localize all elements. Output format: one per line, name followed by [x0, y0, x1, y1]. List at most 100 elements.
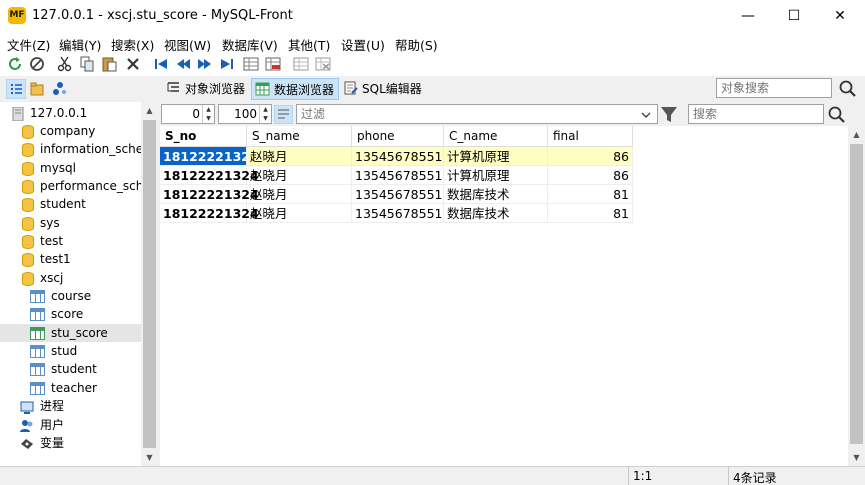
table-cell-s-no[interactable]: 18122221324 — [160, 204, 259, 223]
stop-icon[interactable] — [28, 55, 46, 73]
tree-db-sys[interactable]: sys — [22, 214, 60, 232]
first-record-icon[interactable] — [152, 55, 170, 73]
table-cell-c-name[interactable]: 数据库技术 — [444, 185, 548, 204]
paste-icon[interactable] — [100, 55, 118, 73]
table-cell-final[interactable]: 81 — [548, 204, 633, 223]
tree-scrollbar[interactable]: ▲ ▼ — [141, 102, 158, 466]
table-cell-s-no[interactable]: 18122221324 — [160, 166, 259, 185]
tab-sql-editor[interactable]: SQL编辑器 — [340, 78, 426, 100]
tree-db-information-schema[interactable]: information_schema — [22, 140, 141, 158]
column-header-phone[interactable]: phone — [352, 126, 444, 147]
cut-icon[interactable] — [56, 55, 74, 73]
scroll-up-icon[interactable]: ▲ — [848, 126, 865, 143]
limit-toggle-icon[interactable] — [274, 105, 293, 124]
tree-scrollbar-thumb[interactable] — [143, 120, 156, 448]
limit-spin-arrows-icon[interactable]: ▲ ▼ — [259, 105, 271, 123]
column-header-s-name[interactable]: S_name — [247, 126, 352, 147]
limit-value: 100 — [234, 107, 257, 121]
tree-db-test1[interactable]: test1 — [22, 250, 71, 268]
column-header-s-no[interactable]: S_no — [160, 126, 247, 147]
table-cell-s-no[interactable]: 18122221324 — [160, 185, 259, 204]
table-cell-s-name[interactable]: 赵晓月 — [247, 204, 352, 223]
tree-db-company[interactable]: company — [22, 122, 95, 140]
grid-search-icon[interactable] — [827, 105, 847, 125]
column-header-final[interactable]: final — [548, 126, 633, 147]
tree-db-label: information_schema — [40, 142, 141, 156]
tree-db-performance-schema[interactable]: performance_schema — [22, 177, 141, 195]
table-cell-phone[interactable]: 13545678551 — [352, 166, 444, 185]
filter-funnel-icon[interactable] — [659, 105, 679, 124]
tree-server[interactable]: 127.0.0.1 — [12, 104, 87, 122]
minimize-button[interactable]: — — [725, 0, 771, 32]
table-cell-c-name[interactable]: 计算机原理 — [444, 166, 548, 185]
database-icon — [22, 216, 34, 231]
filter-input[interactable] — [296, 104, 658, 124]
sql-history-icon[interactable] — [52, 81, 68, 97]
table-cell-s-name[interactable]: 赵晓月 — [247, 185, 352, 204]
limit-spinner[interactable]: 100 ▲ ▼ — [218, 104, 272, 124]
cancel-record-icon[interactable] — [314, 55, 332, 73]
table-cell-final[interactable]: 86 — [548, 166, 633, 185]
table-cell-s-name[interactable]: 赵晓月 — [247, 147, 352, 166]
tree-users[interactable]: 用户 — [20, 416, 64, 434]
scroll-down-icon[interactable]: ▼ — [848, 449, 865, 466]
tree-variables[interactable]: 变量 — [20, 434, 64, 452]
tree-server-label: 127.0.0.1 — [30, 106, 88, 120]
processes-icon — [20, 401, 34, 414]
favorites-icon[interactable] — [30, 81, 46, 97]
tab-object-browser[interactable]: 对象浏览器 — [163, 78, 249, 100]
grid-scrollbar[interactable]: ▲ ▼ — [848, 126, 865, 466]
offset-spin-arrows-icon[interactable]: ▲ ▼ — [202, 105, 214, 123]
next-record-icon[interactable] — [196, 55, 214, 73]
tree-db-xscj[interactable]: xscj — [22, 269, 63, 287]
tree-table-label: stu_score — [51, 326, 108, 340]
table-cell-phone[interactable]: 13545678551 — [352, 185, 444, 204]
tree-view-icon[interactable] — [6, 79, 26, 99]
maximize-button[interactable]: ☐ — [771, 0, 817, 32]
offset-value: 0 — [192, 107, 200, 121]
tree-db-student[interactable]: student — [22, 195, 86, 213]
offset-spinner[interactable]: 0 ▲ ▼ — [161, 104, 215, 124]
table-cell-c-name[interactable]: 数据库技术 — [444, 204, 548, 223]
prev-record-icon[interactable] — [174, 55, 192, 73]
grid-search-input[interactable] — [688, 104, 824, 124]
tree-table-stud[interactable]: stud — [30, 342, 77, 360]
tab-object-browser-label: 对象浏览器 — [185, 82, 246, 96]
filter-dropdown-icon[interactable] — [640, 110, 652, 120]
refresh-icon[interactable] — [6, 55, 24, 73]
table-cell-c-name[interactable]: 计算机原理 — [444, 147, 548, 166]
table-cell-final[interactable]: 86 — [548, 147, 633, 166]
object-search-input[interactable] — [716, 78, 832, 98]
tree-table-teacher[interactable]: teacher — [30, 379, 97, 397]
tree-db-test[interactable]: test — [22, 232, 63, 250]
delete-record-icon[interactable] — [264, 55, 282, 73]
tree-db-label: performance_schema — [40, 179, 141, 193]
tree-table-stu-score[interactable]: stu_score — [0, 324, 141, 342]
tree-processes[interactable]: 进程 — [20, 397, 64, 415]
insert-record-icon[interactable] — [242, 55, 260, 73]
tree-table-student[interactable]: student — [30, 360, 97, 378]
table-cell-phone[interactable]: 13545678551 — [352, 147, 444, 166]
table-cell-phone[interactable]: 13545678551 — [352, 204, 444, 223]
close-button[interactable]: ✕ — [817, 0, 863, 32]
table-icon — [30, 327, 45, 340]
scroll-down-icon[interactable]: ▼ — [141, 449, 158, 466]
table-cell-s-no[interactable]: 18122221324 — [160, 147, 259, 166]
grid-scrollbar-thumb[interactable] — [850, 144, 863, 444]
post-record-icon[interactable] — [292, 55, 310, 73]
table-icon — [30, 363, 45, 376]
tree-db-mysql[interactable]: mysql — [22, 159, 76, 177]
table-cell-s-name[interactable]: 赵晓月 — [247, 166, 352, 185]
table-cell-final[interactable]: 81 — [548, 185, 633, 204]
column-header-c-name[interactable]: C_name — [444, 126, 548, 147]
last-record-icon[interactable] — [218, 55, 236, 73]
server-icon — [12, 106, 24, 121]
tab-data-browser[interactable]: 数据浏览器 — [251, 78, 340, 100]
delete-icon[interactable] — [124, 55, 142, 73]
scroll-up-icon[interactable]: ▲ — [141, 102, 158, 119]
object-search-icon[interactable] — [838, 79, 858, 99]
tree-table-course[interactable]: course — [30, 287, 91, 305]
record-count: 4条记录 — [728, 467, 848, 485]
copy-icon[interactable] — [78, 55, 96, 73]
tree-table-score[interactable]: score — [30, 305, 83, 323]
